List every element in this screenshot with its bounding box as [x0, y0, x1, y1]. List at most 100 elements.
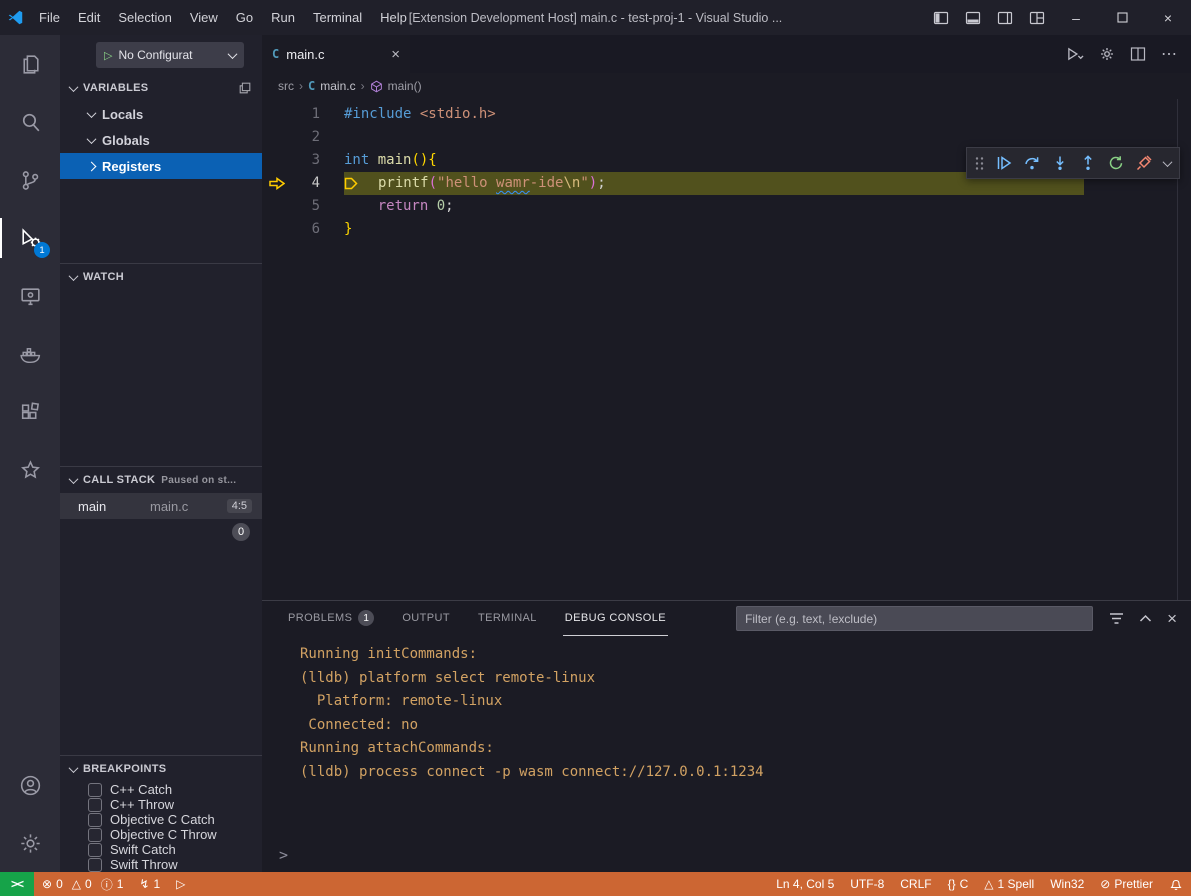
variables-section-header[interactable]: VARIABLES: [60, 75, 262, 101]
console-line[interactable]: (lldb) platform select remote-linux: [300, 667, 1191, 691]
disconnect-button[interactable]: [1136, 155, 1152, 171]
breakpoint-checkbox[interactable]: [88, 798, 102, 812]
breadcrumb[interactable]: src › C main.c › main(): [262, 73, 1191, 99]
close-panel-icon[interactable]: ×: [1167, 609, 1177, 629]
menu-go[interactable]: Go: [227, 0, 262, 35]
breakpoint-gutter[interactable]: [262, 195, 292, 218]
continue-button[interactable]: [996, 155, 1012, 171]
variables-scope-locals[interactable]: Locals: [60, 101, 262, 127]
notifications-bell[interactable]: [1161, 872, 1191, 896]
accounts-icon[interactable]: [0, 756, 60, 814]
restart-button[interactable]: [1108, 155, 1124, 171]
call-stack-section-header[interactable]: CALL STACK Paused on st...: [60, 467, 262, 493]
call-stack-frame[interactable]: main main.c 4:5: [60, 493, 262, 519]
editor-settings-gear-icon[interactable]: [1099, 46, 1115, 62]
more-actions-icon[interactable]: ⋯: [1161, 44, 1177, 64]
code-line-6[interactable]: 6}: [262, 218, 1191, 241]
breakpoint-item[interactable]: C++ Catch: [60, 782, 262, 797]
ports-status[interactable]: ↯ 1: [131, 872, 168, 896]
settings-gear-icon[interactable]: [0, 814, 60, 872]
launch-configuration-dropdown[interactable]: ▷ No Configurat: [96, 42, 244, 68]
variables-scope-registers[interactable]: Registers: [60, 153, 262, 179]
tab-debug-console[interactable]: DEBUG CONSOLE: [563, 601, 668, 636]
toolbar-drag-grip[interactable]: [975, 156, 984, 171]
minimize-button[interactable]: –: [1053, 0, 1099, 35]
menu-file[interactable]: File: [30, 0, 69, 35]
console-line[interactable]: Running attachCommands:: [300, 737, 1191, 761]
console-prompt-icon[interactable]: >: [279, 846, 288, 864]
activity-remote-explorer-icon[interactable]: [0, 267, 60, 325]
tab-output[interactable]: OUTPUT: [400, 601, 452, 636]
close-window-button[interactable]: ×: [1145, 0, 1191, 35]
console-line[interactable]: (lldb) process connect -p wasm connect:/…: [300, 761, 1191, 785]
breadcrumb-folder[interactable]: src: [278, 79, 294, 93]
breakpoint-checkbox[interactable]: [88, 783, 102, 797]
platform-status[interactable]: Win32: [1042, 872, 1092, 896]
breakpoint-item[interactable]: Swift Throw: [60, 857, 262, 872]
encoding-selector[interactable]: UTF-8: [842, 872, 892, 896]
menu-selection[interactable]: Selection: [109, 0, 180, 35]
console-line[interactable]: Platform: remote-linux: [300, 690, 1191, 714]
tab-main-c[interactable]: C main.c ×: [262, 35, 410, 73]
breakpoint-item[interactable]: Swift Catch: [60, 842, 262, 857]
cursor-position[interactable]: Ln 4, Col 5: [768, 872, 842, 896]
variables-action-icon[interactable]: [238, 81, 252, 95]
debug-console-content[interactable]: Running initCommands:(lldb) platform sel…: [262, 636, 1191, 872]
maximize-panel-chevron-icon[interactable]: [1139, 614, 1152, 623]
menu-edit[interactable]: Edit: [69, 0, 109, 35]
remote-indicator[interactable]: ><: [0, 872, 34, 896]
debug-toolbar-chevron-icon[interactable]: [1163, 157, 1173, 167]
tab-problems[interactable]: PROBLEMS 1: [286, 601, 376, 636]
toggle-sidebar-icon[interactable]: [925, 0, 957, 35]
console-filter-input[interactable]: [736, 606, 1093, 631]
activity-search-icon[interactable]: [0, 93, 60, 151]
menu-view[interactable]: View: [181, 0, 227, 35]
menu-run[interactable]: Run: [262, 0, 304, 35]
maximize-button[interactable]: [1099, 0, 1145, 35]
breakpoint-checkbox[interactable]: [88, 828, 102, 842]
breakpoint-gutter[interactable]: [262, 172, 292, 195]
breakpoints-section-header[interactable]: BREAKPOINTS: [60, 756, 262, 782]
step-over-button[interactable]: [1024, 155, 1040, 171]
tab-close-icon[interactable]: ×: [391, 46, 400, 63]
breakpoint-checkbox[interactable]: [88, 858, 102, 872]
eol-selector[interactable]: CRLF: [892, 872, 939, 896]
start-debug-icon[interactable]: ▷: [104, 49, 112, 62]
breakpoint-gutter[interactable]: [262, 149, 292, 172]
toggle-panel-icon[interactable]: [957, 0, 989, 35]
step-out-button[interactable]: [1080, 155, 1096, 171]
console-line[interactable]: Running initCommands:: [300, 643, 1191, 667]
breakpoint-gutter[interactable]: [262, 103, 292, 126]
split-editor-icon[interactable]: [1130, 46, 1146, 62]
activity-favorites-icon[interactable]: [0, 441, 60, 499]
breakpoint-gutter[interactable]: [262, 218, 292, 241]
breakpoint-item[interactable]: Objective C Catch: [60, 812, 262, 827]
breadcrumb-file[interactable]: main.c: [320, 79, 355, 93]
activity-run-and-debug-icon[interactable]: 1: [0, 209, 60, 267]
customize-layout-icon[interactable]: [1021, 0, 1053, 35]
debug-session-status[interactable]: ▷: [168, 872, 193, 896]
menu-terminal[interactable]: Terminal: [304, 0, 371, 35]
variables-scope-globals[interactable]: Globals: [60, 127, 262, 153]
breakpoint-checkbox[interactable]: [88, 813, 102, 827]
watch-section-header[interactable]: WATCH: [60, 264, 262, 290]
run-file-button[interactable]: [1067, 47, 1084, 62]
activity-explorer-icon[interactable]: [0, 35, 60, 93]
console-line[interactable]: Connected: no: [300, 714, 1191, 738]
tab-terminal[interactable]: TERMINAL: [476, 601, 539, 636]
spell-checker-status[interactable]: △ 1 Spell: [976, 872, 1042, 896]
breakpoint-checkbox[interactable]: [88, 843, 102, 857]
code-line-5[interactable]: 5 return 0;: [262, 195, 1191, 218]
formatter-status[interactable]: ⊘ Prettier: [1092, 872, 1161, 896]
breakpoint-item[interactable]: Objective C Throw: [60, 827, 262, 842]
activity-extensions-icon[interactable]: [0, 383, 60, 441]
code-line-1[interactable]: 1#include <stdio.h>: [262, 103, 1191, 126]
activity-source-control-icon[interactable]: [0, 151, 60, 209]
breakpoint-gutter[interactable]: [262, 126, 292, 149]
step-into-button[interactable]: [1052, 155, 1068, 171]
language-mode[interactable]: {} C: [940, 872, 977, 896]
toggle-secondary-sidebar-icon[interactable]: [989, 0, 1021, 35]
activity-docker-icon[interactable]: [0, 325, 60, 383]
code-editor[interactable]: 1#include <stdio.h>23int main(){4printf(…: [262, 99, 1191, 600]
breakpoint-item[interactable]: C++ Throw: [60, 797, 262, 812]
